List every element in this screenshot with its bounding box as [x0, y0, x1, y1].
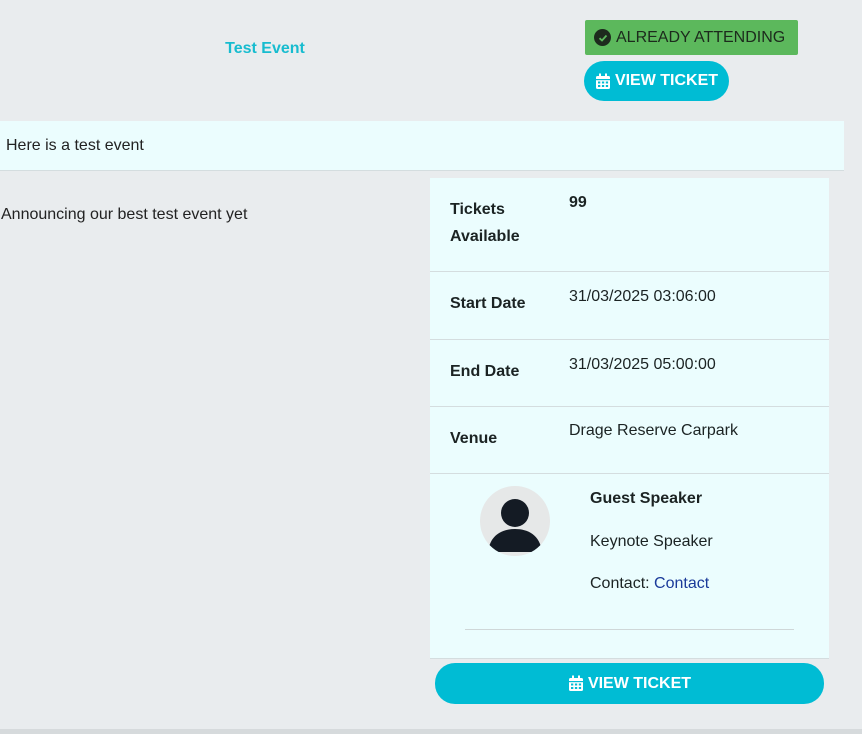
page-footer-divider — [0, 729, 862, 734]
venue-label: Venue — [450, 430, 498, 447]
end-date-value: 31/03/2025 05:00:00 — [569, 356, 716, 373]
venue-row: Venue Drage Reserve Carpark — [430, 407, 829, 474]
tickets-available-value: 99 — [569, 194, 587, 211]
end-date-row: End Date 31/03/2025 05:00:00 — [430, 340, 829, 407]
speaker-role: Keynote Speaker — [590, 533, 713, 550]
speaker-contact-prefix: Contact: — [590, 575, 655, 592]
calendar-icon — [568, 675, 583, 691]
view-ticket-label: VIEW TICKET — [587, 674, 692, 692]
view-ticket-button-top[interactable]: VIEW TICKET — [584, 61, 729, 101]
speaker-divider — [465, 629, 794, 630]
view-ticket-label: VIEW TICKET — [614, 72, 719, 89]
speaker-contact-link[interactable]: Contact — [654, 575, 709, 592]
end-date-label: End Date — [450, 363, 520, 380]
event-details-panel: Tickets Available 99 Start Date 31/03/20… — [430, 178, 829, 659]
user-avatar-icon — [480, 486, 550, 556]
event-summary: Here is a test event — [0, 121, 844, 171]
speaker-name: Guest Speaker — [590, 490, 703, 507]
calendar-icon — [595, 73, 610, 89]
view-ticket-button-bottom[interactable]: VIEW TICKET — [435, 663, 824, 704]
start-date-value: 31/03/2025 03:06:00 — [569, 288, 716, 305]
tickets-available-row: Tickets Available 99 — [430, 178, 829, 272]
attending-status-badge: ALREADY ATTENDING — [585, 20, 798, 55]
event-description: Announcing our best test event yet — [1, 206, 248, 223]
venue-value: Drage Reserve Carpark — [569, 422, 738, 439]
start-date-row: Start Date 31/03/2025 03:06:00 — [430, 272, 829, 340]
event-title[interactable]: Test Event — [195, 40, 335, 58]
speaker-contact: Contact: Contact — [590, 575, 709, 593]
status-badge-label: ALREADY ATTENDING — [616, 28, 786, 46]
event-summary-text: Here is a test event — [6, 136, 144, 154]
details-divider — [430, 658, 829, 659]
start-date-label: Start Date — [450, 295, 526, 312]
tickets-available-label: Tickets Available — [450, 201, 520, 245]
check-circle-icon — [594, 29, 611, 46]
